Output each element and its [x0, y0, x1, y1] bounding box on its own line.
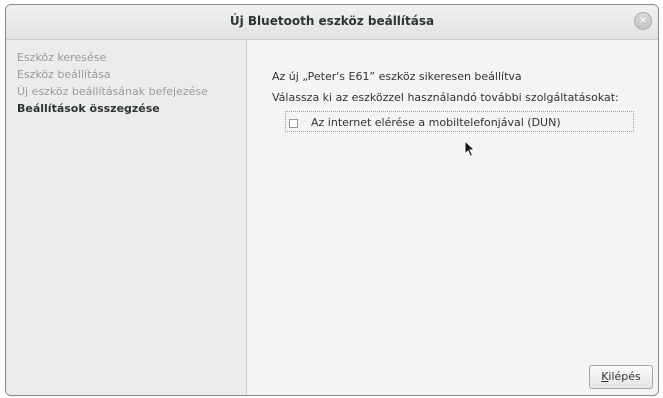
step-search-device: Eszköz keresése — [17, 51, 107, 64]
services-instruction: Válassza ki az eszközzel használandó tov… — [272, 91, 619, 104]
title-bar: Új Bluetooth eszköz beállítása × — [6, 5, 658, 40]
step-finish-setup: Új eszköz beállításának befejezése — [17, 85, 208, 98]
quit-button[interactable]: Kilépés — [589, 365, 653, 389]
close-icon: × — [638, 15, 648, 26]
success-message: Az új „Peter's E61” eszköz sikeresen beá… — [272, 70, 522, 83]
wizard-steps-sidebar: Eszköz keresése Eszköz beállítása Új esz… — [6, 40, 247, 395]
window-title: Új Bluetooth eszköz beállítása — [229, 14, 435, 28]
close-button[interactable]: × — [634, 12, 652, 30]
mouse-pointer-icon — [464, 140, 476, 158]
dun-service-checkbox[interactable] — [289, 119, 298, 128]
summary-page: Az új „Peter's E61” eszköz sikeresen beá… — [247, 40, 658, 395]
dun-service-label[interactable]: Az internet elérése a mobiltelefonjával … — [311, 116, 561, 129]
quit-label-rest: ilépés — [608, 370, 641, 383]
step-summary: Beállítások összegzése — [17, 102, 160, 115]
bluetooth-wizard-window: Új Bluetooth eszköz beállítása × Eszköz … — [5, 4, 659, 396]
step-setup-device: Eszköz beállítása — [17, 68, 111, 81]
